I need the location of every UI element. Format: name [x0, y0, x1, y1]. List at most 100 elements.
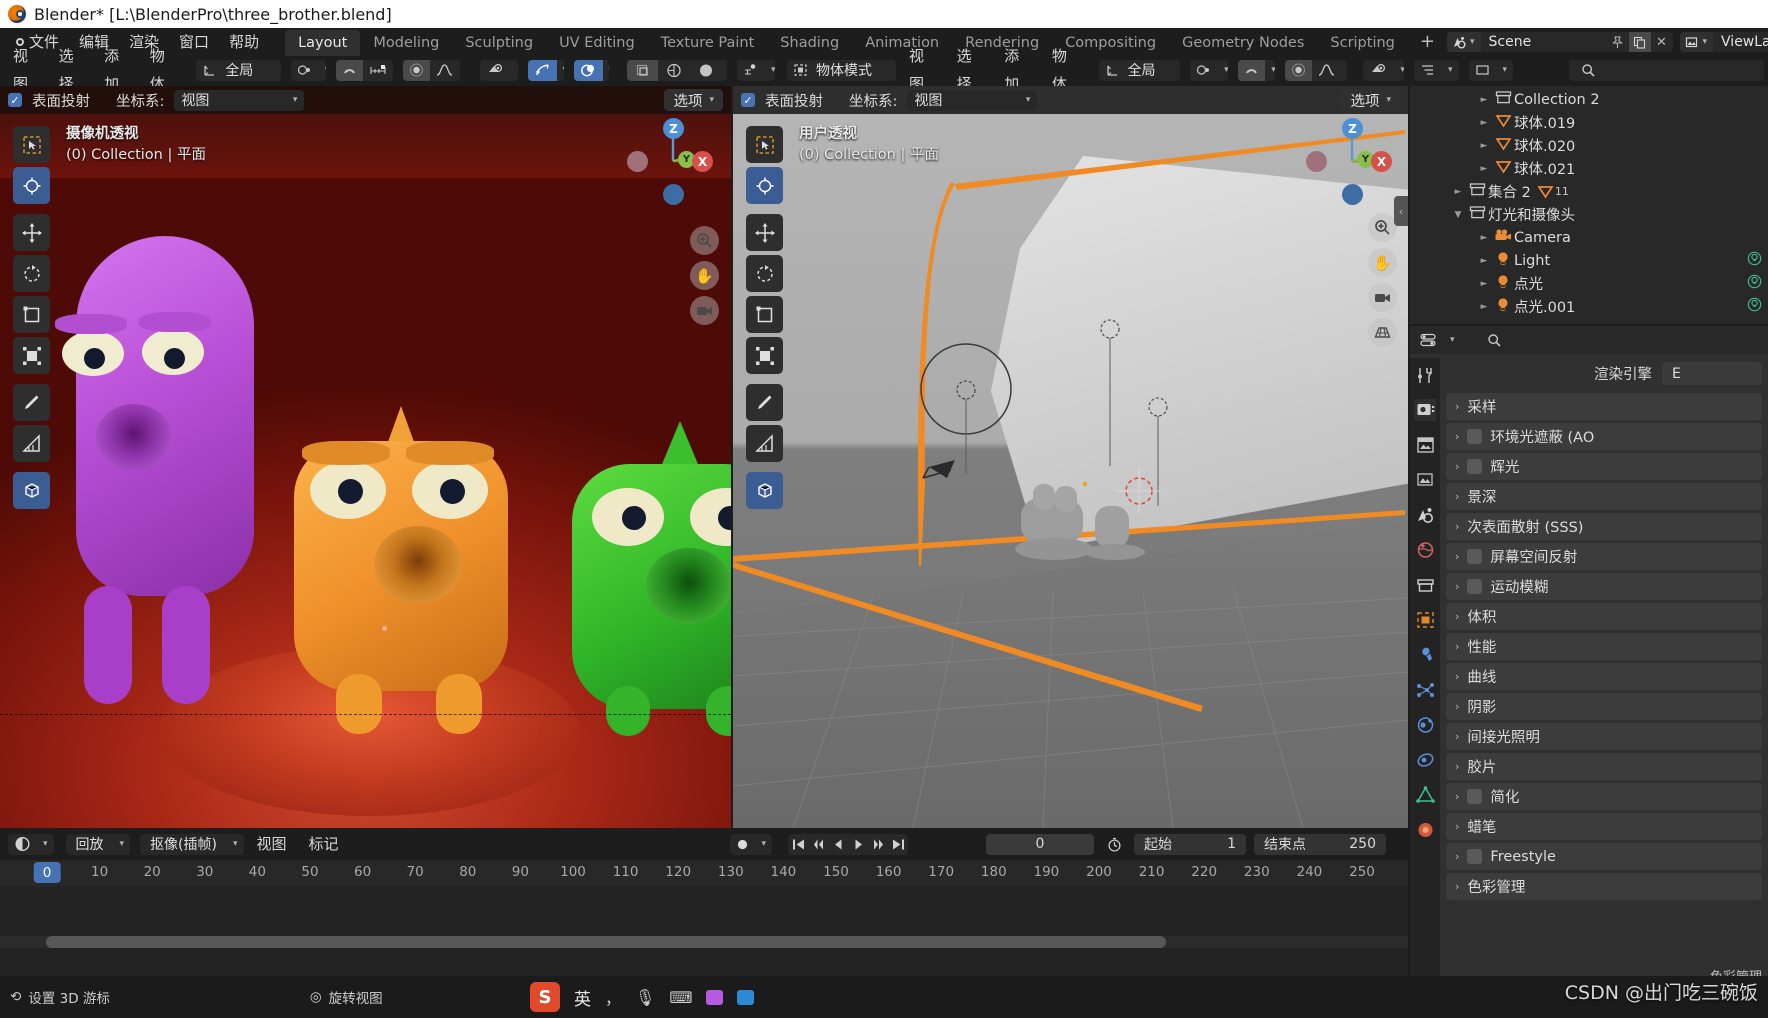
left-overlay-toggle[interactable]: ▾ [574, 60, 610, 81]
left-options-button[interactable]: 选项 ▾ [664, 89, 723, 111]
chevron-down-icon[interactable]: ▾ [319, 65, 326, 75]
properties-panel-row[interactable]: ›环境光遮蔽 (AO [1446, 423, 1762, 450]
chevron-right-icon[interactable]: › [1455, 700, 1459, 713]
properties-panel-row[interactable]: ›Freestyle [1446, 843, 1762, 870]
timeline-menu-marker[interactable]: 标记 [300, 830, 348, 858]
jump-end-icon[interactable] [888, 834, 908, 855]
play-icon[interactable] [848, 834, 868, 855]
tab-sculpting[interactable]: Sculpting [452, 30, 546, 56]
current-frame-field[interactable]: 0 [986, 834, 1094, 855]
xray-icon[interactable] [528, 60, 557, 81]
panel-enable-checkbox[interactable] [1467, 789, 1482, 804]
chevron-down-icon[interactable]: ▾ [1341, 65, 1347, 75]
chevron-right-icon[interactable]: › [1455, 520, 1459, 533]
properties-panel[interactable]: ▾ [1410, 326, 1768, 976]
menu-help[interactable]: 帮助 [219, 28, 269, 56]
jump-start-icon[interactable] [788, 834, 808, 855]
right-visibility-selector[interactable]: ▾ [1363, 60, 1404, 81]
right-options-button[interactable]: 选项 ▾ [1341, 89, 1400, 111]
chevron-down-icon[interactable]: ▾ [459, 65, 460, 75]
expand-toggle-icon[interactable]: ► [1476, 256, 1492, 266]
right-editor-type[interactable]: ▾ [737, 60, 775, 81]
right-snap-controls[interactable]: ▾ [1238, 60, 1275, 81]
chevron-right-icon[interactable]: › [1455, 490, 1459, 503]
properties-search[interactable] [1473, 330, 1764, 351]
outliner-display-mode[interactable]: ▾ [1469, 60, 1514, 81]
ime-toolbar[interactable]: S 英 ， 🎙 ⌨ [530, 976, 754, 1018]
chevron-down-icon[interactable]: ▾ [1442, 65, 1459, 75]
chevron-down-icon[interactable]: ▾ [393, 65, 394, 75]
render-engine-value[interactable]: E [1662, 362, 1762, 385]
chevron-right-icon[interactable]: › [1455, 430, 1459, 443]
gizmo-axis-z[interactable]: Z [663, 118, 684, 139]
timeline-editor[interactable]: ▾ 回放 ▾ 抠像(插帧) ▾ 视图 标记 ▾ [0, 830, 1408, 976]
properties-panel-row[interactable]: ›阴影 [1446, 693, 1762, 720]
measure-tool-icon[interactable] [13, 425, 50, 462]
proportional-edit-icon[interactable] [1285, 60, 1312, 81]
playback-controls[interactable] [788, 834, 908, 855]
outliner-row[interactable]: ►Light [1410, 249, 1768, 272]
tab-modeling[interactable]: Modeling [360, 30, 452, 56]
panel-enable-checkbox[interactable] [1467, 459, 1482, 474]
chevron-right-icon[interactable]: › [1455, 730, 1459, 743]
grid-icon[interactable] [1368, 318, 1397, 347]
chevron-right-icon[interactable]: › [1455, 760, 1459, 773]
timeline-keyframe-area[interactable] [0, 886, 1408, 976]
outliner-row[interactable]: ►球体.021 [1410, 157, 1768, 180]
annotate-tool-icon[interactable] [746, 384, 783, 421]
chevron-down-icon[interactable]: ▾ [1218, 65, 1228, 75]
right-orientation-value[interactable]: 全局 [1126, 60, 1178, 80]
overlay-icon[interactable] [574, 60, 603, 81]
select-box-icon[interactable] [13, 167, 50, 204]
left-transform-orientation[interactable]: 全局 ▾ [196, 60, 280, 81]
properties-editor-icon[interactable] [1414, 330, 1444, 351]
add-cube-tool-icon[interactable] [746, 472, 783, 509]
panel-enable-checkbox[interactable] [1467, 429, 1482, 444]
eye-icon[interactable] [480, 60, 511, 81]
chevron-right-icon[interactable]: › [1455, 790, 1459, 803]
chevron-right-icon[interactable]: › [1455, 550, 1459, 563]
outliner-row[interactable]: ►集合 211 [1410, 180, 1768, 203]
chevron-down-icon[interactable]: ▾ [1444, 335, 1461, 345]
record-icon[interactable] [730, 834, 755, 855]
left-visibility-selector[interactable]: ▾ [480, 60, 517, 81]
camera-icon[interactable] [1368, 283, 1397, 312]
left-viewport-camera-view[interactable]: ✓ 表面投射 坐标系: 视图 ▾ 选项 ▾ [0, 86, 731, 828]
magnet-icon[interactable] [336, 60, 363, 81]
gizmo-axis-neg-x[interactable] [627, 151, 648, 172]
panel-enable-checkbox[interactable] [1467, 849, 1482, 864]
gizmo-axis-neg-z[interactable] [663, 184, 684, 205]
box-icon[interactable] [706, 990, 723, 1005]
rotate-tool-icon[interactable] [746, 255, 783, 292]
outliner-editor-type[interactable]: ▾ [1414, 60, 1459, 81]
next-keyframe-icon[interactable] [868, 834, 888, 855]
magnet-icon[interactable] [1238, 60, 1265, 81]
outliner-row[interactable]: ►球体.020 [1410, 134, 1768, 157]
expand-toggle-icon[interactable]: ► [1476, 233, 1492, 243]
select-box-icon[interactable] [746, 167, 783, 204]
gizmo-axis-neg-x[interactable] [1306, 151, 1327, 172]
chevron-down-icon[interactable]: ▾ [227, 839, 244, 849]
properties-panel-row[interactable]: ›采样 [1446, 393, 1762, 420]
timeline-editor-type[interactable]: ▾ [8, 834, 54, 855]
left-pivot-point[interactable]: ▾ [291, 60, 326, 81]
left-proportional-edit[interactable]: ▾ [403, 60, 460, 81]
viewlayer-icon[interactable]: ▾ [1680, 32, 1714, 52]
right-pivot-point[interactable]: ▾ [1190, 60, 1228, 81]
chevron-right-icon[interactable]: › [1455, 580, 1459, 593]
outliner-row[interactable]: ►点光 [1410, 272, 1768, 295]
properties-panel-row[interactable]: ›屏幕空间反射 [1446, 543, 1762, 570]
add-cube-tool-icon[interactable] [13, 472, 50, 509]
timeline-menu-view[interactable]: 视图 [248, 830, 296, 858]
outliner-row[interactable]: ►Collection 2 [1410, 88, 1768, 111]
expand-toggle-icon[interactable]: ► [1476, 164, 1492, 174]
chevron-right-icon[interactable]: › [1455, 460, 1459, 473]
outliner-editor-icon[interactable] [1414, 60, 1442, 81]
timeline-ruler[interactable]: 0102030405060708090100110120130140150160… [0, 860, 1408, 886]
scene-selector[interactable]: ▾ Scene ✕ [1447, 32, 1673, 52]
chevron-right-icon[interactable]: › [1455, 820, 1459, 833]
properties-search-input[interactable] [1508, 330, 1764, 351]
chevron-down-icon[interactable]: ▾ [557, 65, 564, 75]
gizmo-axis-x[interactable]: X [1371, 151, 1392, 172]
timeline-scrollbar[interactable] [46, 936, 1166, 948]
